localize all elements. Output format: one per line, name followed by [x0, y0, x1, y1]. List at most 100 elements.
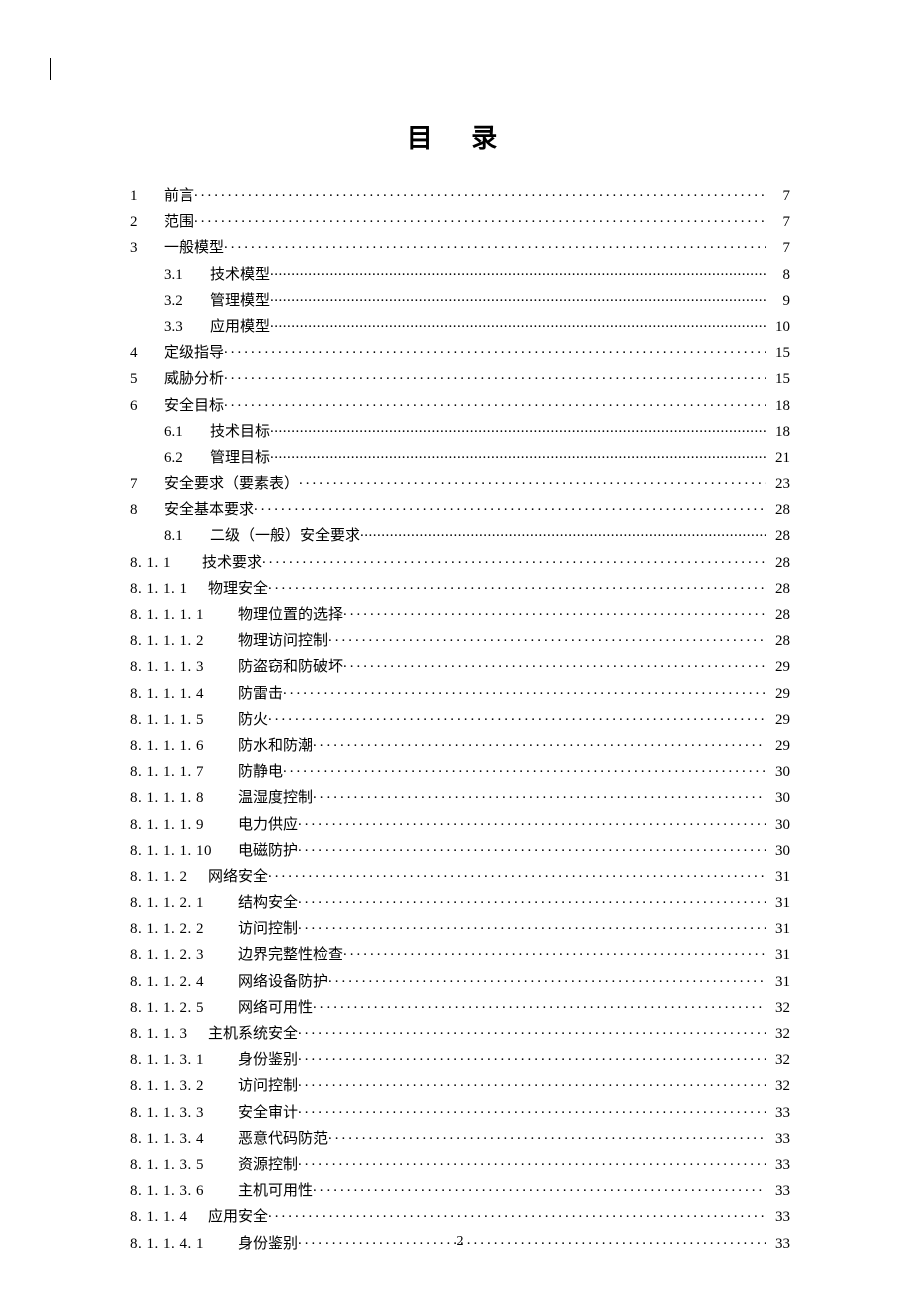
toc-row: 5威胁分析15 [130, 368, 790, 387]
toc-leader [283, 761, 766, 776]
toc-label: 物理安全 [208, 582, 268, 597]
toc-label: 安全要求（要素表） [164, 477, 299, 492]
toc-page: 33 [766, 1132, 790, 1147]
toc-page: 18 [766, 425, 790, 440]
toc-row: 8. 1. 1. 2. 1结构安全31 [130, 892, 790, 911]
toc-number: 6 [130, 399, 164, 414]
toc-page: 32 [766, 1079, 790, 1094]
toc-label: 网络安全 [208, 870, 268, 885]
toc-row: 7安全要求（要素表）23 [130, 473, 790, 492]
toc-number: 8. 1. 1. 1. 7 [130, 765, 232, 780]
toc-label: 防水和防潮 [238, 739, 313, 754]
toc-page: 28 [766, 608, 790, 623]
toc-row: 8. 1. 1技术要求28 [130, 552, 790, 571]
toc-page: 8 [766, 268, 790, 283]
toc-number: 8. 1. 1. 1. 4 [130, 687, 232, 702]
toc-page: 7 [766, 215, 790, 230]
toc-page: 30 [766, 791, 790, 806]
toc-number: 3.3 [164, 320, 210, 335]
toc-row: 8. 1. 1. 3. 4 恶意代码防范 33 [130, 1128, 790, 1147]
toc-label: 前言 [164, 189, 194, 204]
toc-label: 防火 [238, 713, 268, 728]
toc-leader [343, 944, 766, 959]
toc-row: 8. 1. 1. 2. 5网络可用性32 [130, 997, 790, 1016]
toc-leader [360, 525, 766, 540]
toc-row: 8. 1. 1. 4 应用安全33 [130, 1206, 790, 1225]
toc-leader [298, 1154, 766, 1169]
toc-label: 威胁分析 [164, 372, 224, 387]
toc-row: 3.2管理模型9 [130, 290, 790, 309]
toc-label: 防雷击 [238, 687, 283, 702]
toc-page: 29 [766, 713, 790, 728]
toc-leader [224, 395, 766, 410]
toc-leader [313, 735, 766, 750]
toc-leader [298, 892, 766, 907]
toc-leader [328, 1128, 766, 1143]
toc-number: 8. 1. 1. 1 [130, 582, 208, 597]
toc-leader [298, 1049, 766, 1064]
toc-leader [298, 1075, 766, 1090]
toc-leader [270, 421, 766, 436]
toc-row: 6.1技术目标18 [130, 421, 790, 440]
toc-label: 技术模型 [210, 268, 270, 283]
toc-number: 8. 1. 1. 3. 5 [130, 1158, 232, 1173]
toc-row: 8. 1. 1. 1. 10电磁防护30 [130, 840, 790, 859]
toc-row: 8. 1. 1. 3. 2访问控制32 [130, 1075, 790, 1094]
toc-leader [224, 342, 766, 357]
toc-row: 8安全基本要求28 [130, 499, 790, 518]
toc-leader [328, 630, 766, 645]
text-cursor-icon [50, 58, 51, 80]
toc-page: 30 [766, 844, 790, 859]
toc-row: 8. 1. 1. 2. 2访问控制31 [130, 918, 790, 937]
toc-row: 8. 1. 1. 2 网络安全31 [130, 866, 790, 885]
toc-leader [194, 185, 766, 200]
toc-label: 访问控制 [238, 1079, 298, 1094]
toc-number: 8. 1. 1. 2. 1 [130, 896, 232, 911]
toc-label: 主机可用性 [238, 1184, 313, 1199]
toc-label: 结构安全 [238, 896, 298, 911]
toc-number: 7 [130, 477, 164, 492]
toc-label: 安全目标 [164, 399, 224, 414]
toc-number: 3.1 [164, 268, 210, 283]
toc-leader [298, 840, 766, 855]
toc-row: 8. 1. 1. 1. 8温湿度控制30 [130, 787, 790, 806]
toc-row: 8. 1. 1. 3. 5资源控制33 [130, 1154, 790, 1173]
toc-row: 2范围7 [130, 211, 790, 230]
toc-label: 边界完整性检查 [238, 948, 343, 963]
toc-row: 4定级指导15 [130, 342, 790, 361]
toc-leader [224, 368, 766, 383]
toc-leader [194, 211, 766, 226]
toc-page: 7 [766, 241, 790, 256]
toc-number: 8. 1. 1. 3. 6 [130, 1184, 232, 1199]
toc-row: 6.2管理目标21 [130, 447, 790, 466]
toc-label: 二级（一般）安全要求 [210, 529, 360, 544]
toc-label: 访问控制 [238, 922, 298, 937]
toc-row: 8. 1. 1. 1. 9电力供应30 [130, 814, 790, 833]
toc-label: 电磁防护 [238, 844, 298, 859]
toc-label: 管理模型 [210, 294, 270, 309]
toc-page: 31 [766, 948, 790, 963]
toc-label: 范围 [164, 215, 194, 230]
toc-page: 10 [766, 320, 790, 335]
toc-number: 8. 1. 1. 3. 4 [130, 1132, 232, 1147]
toc-number: 8. 1. 1. 1. 5 [130, 713, 232, 728]
toc-label: 资源控制 [238, 1158, 298, 1173]
toc-label: 管理目标 [210, 451, 270, 466]
toc-label: 恶意代码防范 [238, 1132, 328, 1147]
toc-label: 温湿度控制 [238, 791, 313, 806]
toc-label: 网络可用性 [238, 1001, 313, 1016]
toc-number: 8. 1. 1. 3. 3 [130, 1106, 232, 1121]
toc-row: 8. 1. 1. 1. 5 防火 29 [130, 709, 790, 728]
toc-label: 应用安全 [208, 1210, 268, 1225]
toc-number: 6.2 [164, 451, 210, 466]
toc-page: 28 [766, 634, 790, 649]
page-title: 目 录 [130, 0, 790, 185]
toc-number: 1 [130, 189, 164, 204]
toc-number: 8. 1. 1. 1. 3 [130, 660, 232, 675]
toc-page: 29 [766, 687, 790, 702]
toc-page: 28 [766, 529, 790, 544]
toc-page: 30 [766, 765, 790, 780]
toc-page: 32 [766, 1001, 790, 1016]
toc-page: 15 [766, 372, 790, 387]
toc-leader [224, 237, 766, 252]
